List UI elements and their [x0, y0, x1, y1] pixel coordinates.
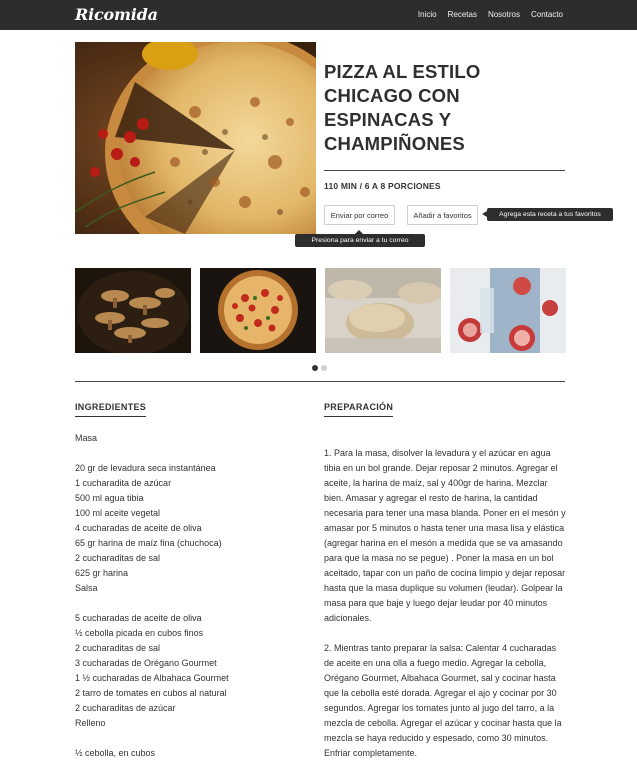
ingredient-line: 2 cucharaditas de azúcar — [75, 703, 176, 713]
nav-links: Inicio Recetas Nosotros Contacto — [418, 10, 563, 19]
nav-link-inicio[interactable]: Inicio — [418, 10, 437, 19]
ingredient-line — [75, 596, 305, 611]
ingredient-line — [75, 446, 305, 461]
ingredient-line: Relleno — [75, 718, 106, 728]
thumbnail-dough[interactable] — [325, 268, 441, 353]
ingredient-line: 3 cucharadas de Orégano Gourmet — [75, 658, 217, 668]
ingredient-line: 4 cucharadas de aceite de oliva — [75, 523, 202, 533]
title-divider — [324, 170, 565, 171]
nav-link-recetas[interactable]: Recetas — [448, 10, 477, 19]
gallery-thumbnails — [75, 268, 566, 353]
nav-link-nosotros[interactable]: Nosotros — [488, 10, 520, 19]
nav-link-contacto[interactable]: Contacto — [531, 10, 563, 19]
thumbnail-pizza[interactable] — [200, 268, 316, 353]
ingredient-line: ½ cebolla, en cubos — [75, 748, 156, 758]
ingredient-line: 1 ½ cucharadas de Albahaca Gourmet — [75, 673, 229, 683]
recipe-title: Pizza al estilo Chicago con espinacas y … — [324, 61, 481, 154]
ingredient-line: ½ cebolla picada en cubos finos — [75, 628, 204, 638]
ingredient-line: 1 cucharadita de azúcar — [75, 478, 172, 488]
carousel-dot-1[interactable] — [312, 365, 318, 371]
ingredient-line: Masa — [75, 433, 98, 443]
ingredient-line: 5 cucharadas de aceite de oliva — [75, 613, 202, 623]
ingredients-heading: INGREDIENTES — [75, 402, 147, 417]
thumbnail-tomatoes[interactable] — [450, 268, 566, 353]
preparation-text: 1. Para la masa, disolver la levadura y … — [324, 446, 567, 776]
preparation-step: 1. Para la masa, disolver la levadura y … — [324, 448, 566, 623]
favorite-tooltip: Agrega esta receta a tus favoritos — [482, 208, 613, 221]
ingredient-line: Salsa — [75, 583, 98, 593]
recipe-meta: 110 MIN / 6 A 8 PORCIONES — [324, 181, 441, 191]
carousel-dots — [312, 365, 327, 371]
preparation-heading: PREPARACIÓN — [324, 402, 394, 417]
ingredients-list: Masa 20 gr de levadura seca instantánea … — [75, 431, 305, 761]
site-logo[interactable]: Ricomida — [75, 5, 158, 24]
email-tooltip: Presiona para enviar a tu correo — [295, 230, 425, 247]
ingredient-line: 2 cucharaditas de sal — [75, 643, 161, 653]
add-favorite-button[interactable]: Añadir a favoritos — [407, 205, 478, 225]
ingredient-line: 100 ml aceite vegetal — [75, 508, 161, 518]
recipe-hero-image — [75, 42, 316, 234]
section-divider — [75, 381, 565, 382]
ingredient-line: 65 gr harina de maíz fina (chuchoca) — [75, 538, 222, 548]
ingredient-line: 2 tarro de tomates en cubos al natural — [75, 688, 227, 698]
navbar: Ricomida Inicio Recetas Nosotros Contact… — [0, 0, 637, 30]
ingredient-line: 20 gr de levadura seca instantánea — [75, 463, 216, 473]
ingredient-line: 625 gr harina — [75, 568, 129, 578]
ingredient-line — [75, 731, 305, 746]
ingredient-line: 500 ml agua tibia — [75, 493, 144, 503]
preparation-step: 2. Mientras tanto preparar la salsa: Cal… — [324, 643, 562, 758]
thumbnail-mushrooms[interactable] — [75, 268, 191, 353]
send-email-button[interactable]: Enviar por correo — [324, 205, 395, 225]
ingredient-line: 2 cucharaditas de sal — [75, 553, 161, 563]
carousel-dot-2[interactable] — [321, 365, 327, 371]
